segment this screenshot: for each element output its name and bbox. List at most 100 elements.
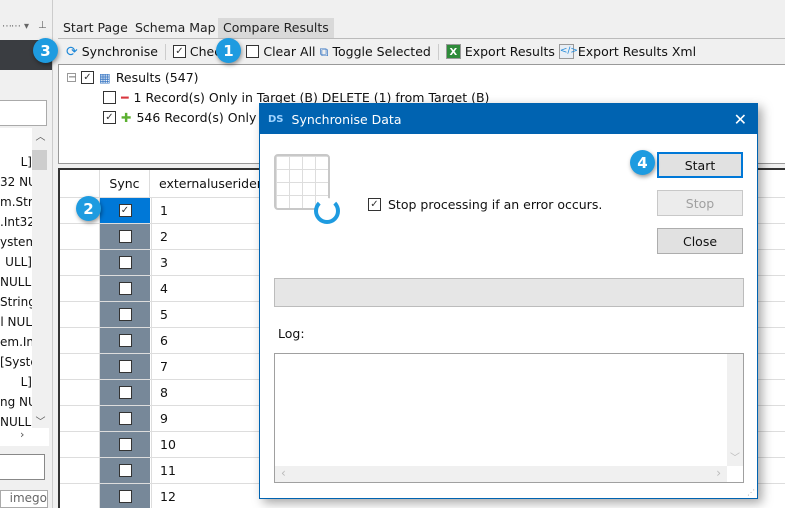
stop-on-error-label: Stop processing if an error occurs. xyxy=(388,197,603,212)
tree-root[interactable]: − ✓ ▦ Results (547) xyxy=(67,67,785,87)
sync-checkbox[interactable] xyxy=(118,256,132,269)
sync-checkbox[interactable] xyxy=(118,282,132,295)
row-header[interactable] xyxy=(60,406,100,431)
dropdown-icon[interactable]: ▾ xyxy=(24,21,29,32)
sync-icon: ⟳ xyxy=(66,43,78,60)
sync-checkbox[interactable] xyxy=(118,412,132,425)
row-header[interactable] xyxy=(60,328,100,353)
sync-cell[interactable] xyxy=(100,484,150,508)
sync-cell[interactable] xyxy=(100,406,150,431)
divider xyxy=(164,43,166,60)
row-header[interactable] xyxy=(60,250,100,275)
close-button[interactable]: Close xyxy=(657,228,743,254)
export-results-xml-label: Export Results Xml xyxy=(577,44,697,59)
step-badge-4: 4 xyxy=(630,150,655,175)
toolbar: ⟳ Synchronise ✓ Check Clear All ⧉ Toggle Se… xyxy=(58,38,785,64)
externaluseriden-cell[interactable]: 3 xyxy=(151,250,271,275)
sync-checkbox[interactable] xyxy=(118,438,132,451)
synchronise-data-dialog: DS Synchronise Data ✕ ✓ Stop processing i… xyxy=(259,103,758,499)
externaluseriden-cell[interactable]: 7 xyxy=(151,354,271,379)
externaluseriden-cell[interactable]: 9 xyxy=(151,406,271,431)
sync-cell[interactable] xyxy=(100,224,150,249)
sync-cell[interactable] xyxy=(100,432,150,457)
tab-schema-map[interactable]: Schema Map xyxy=(130,18,221,38)
tab-compare-results[interactable]: Compare Results xyxy=(218,18,334,38)
pin-icon[interactable]: ⊥ xyxy=(38,20,47,31)
root-checkbox[interactable]: ✓ xyxy=(81,70,94,84)
toggle-icon: ⧉ xyxy=(319,43,329,59)
clear-all-button[interactable]: Clear All xyxy=(246,44,316,59)
vertical-scrollbar[interactable]: ︿ ﹀ xyxy=(32,128,49,428)
export-results-button[interactable]: X Export Results xyxy=(445,44,555,59)
row-header[interactable] xyxy=(60,380,100,405)
sync-checkbox[interactable] xyxy=(118,230,132,243)
sync-cell[interactable] xyxy=(100,458,150,483)
start-button[interactable]: Start xyxy=(657,152,743,178)
scroll-left-icon[interactable]: ‹ xyxy=(281,466,286,482)
sync-checkbox[interactable] xyxy=(118,386,132,399)
panel-input[interactable] xyxy=(0,100,47,126)
externaluseriden-cell[interactable]: 11 xyxy=(151,458,271,483)
tab-start-page[interactable]: Start Page xyxy=(58,18,133,38)
scroll-up-icon[interactable]: ︿ xyxy=(32,128,49,143)
checkbox-icon: ✓ xyxy=(368,198,381,211)
externaluseriden-cell[interactable]: 2 xyxy=(151,224,271,249)
row-header[interactable] xyxy=(60,302,100,327)
item-checkbox[interactable] xyxy=(103,90,116,104)
list-item: imego xyxy=(9,491,47,505)
panel-search-input[interactable] xyxy=(0,454,45,480)
scroll-down-icon[interactable]: ﹀ xyxy=(32,413,49,428)
sync-cell[interactable]: ✓ xyxy=(100,198,150,223)
tree-item-label: 546 Record(s) Only in xyxy=(136,109,272,125)
toggle-selected-button[interactable]: ⧉ Toggle Selected xyxy=(320,44,431,60)
log-textarea[interactable]: ﹀ ‹ › xyxy=(274,353,744,483)
row-header[interactable] xyxy=(60,224,100,249)
collapse-icon[interactable]: − xyxy=(67,72,76,82)
column-header-sync[interactable]: Sync xyxy=(100,170,150,197)
sync-checkbox[interactable] xyxy=(118,334,132,347)
column-header-externaluseriden[interactable]: externaluseriden xyxy=(151,170,271,197)
sync-cell[interactable] xyxy=(100,354,150,379)
externaluseriden-cell[interactable]: 8 xyxy=(151,380,271,405)
left-panel: ⋯⋯ ▾ ⊥ L] 32 NU m.Str .Int32 ystem ULL] NU… xyxy=(0,0,53,508)
externaluseriden-cell[interactable]: 10 xyxy=(151,432,271,457)
scroll-down-icon[interactable]: ﹀ xyxy=(727,449,743,464)
externaluseriden-cell[interactable]: 6 xyxy=(151,328,271,353)
row-header[interactable] xyxy=(60,458,100,483)
sync-checkbox[interactable] xyxy=(118,308,132,321)
stop-button[interactable]: Stop xyxy=(657,190,743,216)
resize-grip-icon[interactable]: ⋰ xyxy=(747,488,755,497)
tree-root-label: Results (547) xyxy=(115,69,199,85)
sync-checkbox[interactable] xyxy=(118,464,132,477)
export-results-label: Export Results xyxy=(464,44,555,59)
item-checkbox[interactable]: ✓ xyxy=(103,110,116,124)
externaluseriden-cell[interactable]: 5 xyxy=(151,302,271,327)
sync-cell[interactable] xyxy=(100,380,150,405)
sync-cell[interactable] xyxy=(100,250,150,275)
log-horizontal-scrollbar[interactable]: ‹ › xyxy=(275,466,727,482)
sync-checkbox[interactable] xyxy=(118,490,132,503)
scroll-right-icon[interactable]: › xyxy=(716,466,721,482)
externaluseriden-cell[interactable]: 4 xyxy=(151,276,271,301)
sync-cell[interactable] xyxy=(100,328,150,353)
log-vertical-scrollbar[interactable]: ﹀ xyxy=(727,354,743,466)
log-label: Log: xyxy=(278,326,305,341)
stop-on-error-checkbox[interactable]: ✓ Stop processing if an error occurs. xyxy=(368,197,602,212)
export-results-xml-button[interactable]: </> Export Results Xml xyxy=(558,44,697,59)
externaluseriden-cell[interactable]: 12 xyxy=(151,484,271,508)
externaluseriden-cell[interactable]: 1 xyxy=(151,198,271,223)
scroll-thumb[interactable] xyxy=(32,150,47,170)
sync-checkbox[interactable]: ✓ xyxy=(118,204,132,217)
close-icon[interactable]: ✕ xyxy=(734,110,747,129)
row-header[interactable] xyxy=(60,276,100,301)
synchronise-button[interactable]: ⟳ Synchronise xyxy=(66,44,158,60)
sync-cell[interactable] xyxy=(100,302,150,327)
row-header[interactable] xyxy=(60,432,100,457)
row-header[interactable] xyxy=(60,354,100,379)
scroll-right-icon[interactable]: › xyxy=(20,428,24,441)
sync-checkbox[interactable] xyxy=(118,360,132,373)
row-header[interactable] xyxy=(60,484,100,508)
sync-cell[interactable] xyxy=(100,276,150,301)
plus-icon: ✚ xyxy=(121,109,132,125)
clear-all-label: Clear All xyxy=(263,44,316,59)
